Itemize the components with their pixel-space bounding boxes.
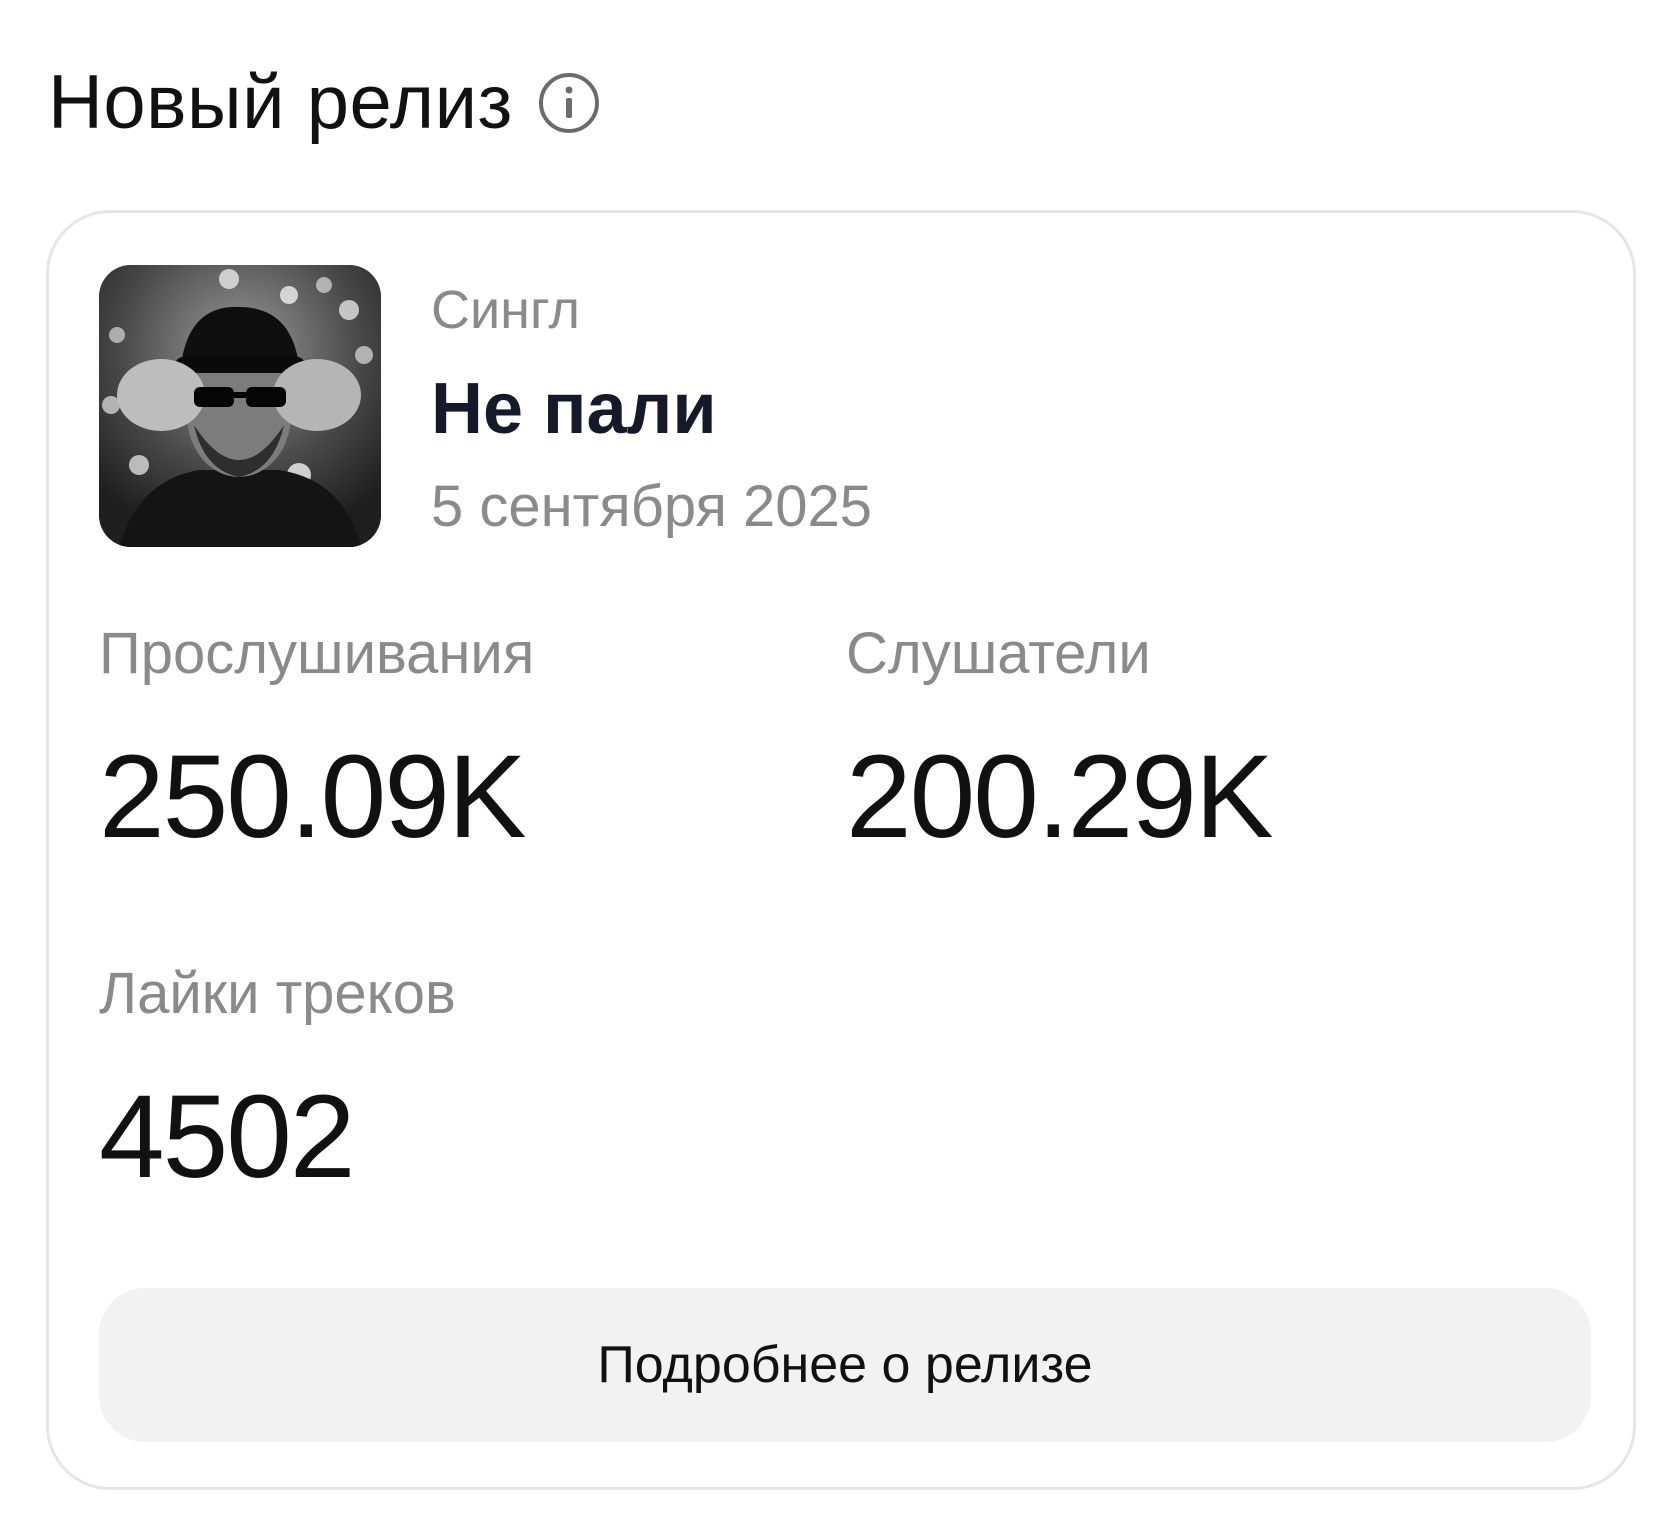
streams-value: 250.09K — [99, 731, 527, 863]
section-header: Новый релиз — [48, 58, 601, 148]
album-cover[interactable] — [99, 265, 381, 547]
streams-label: Прослушивания — [99, 621, 535, 686]
likes-label: Лайки треков — [99, 961, 456, 1026]
release-details-button[interactable]: Подробнее о релизе — [99, 1288, 1591, 1442]
listeners-value: 200.29K — [846, 731, 1274, 863]
release-date: 5 сентября 2025 — [431, 474, 873, 539]
release-type: Сингл — [431, 280, 581, 340]
release-title[interactable]: Не пали — [431, 373, 717, 445]
section-title: Новый релиз — [48, 60, 513, 145]
listeners-label: Слушатели — [846, 621, 1151, 686]
release-card: Сингл Не пали 5 сентября 2025 Прослушива… — [46, 210, 1636, 1490]
info-icon[interactable] — [537, 71, 601, 135]
likes-value: 4502 — [99, 1071, 356, 1203]
